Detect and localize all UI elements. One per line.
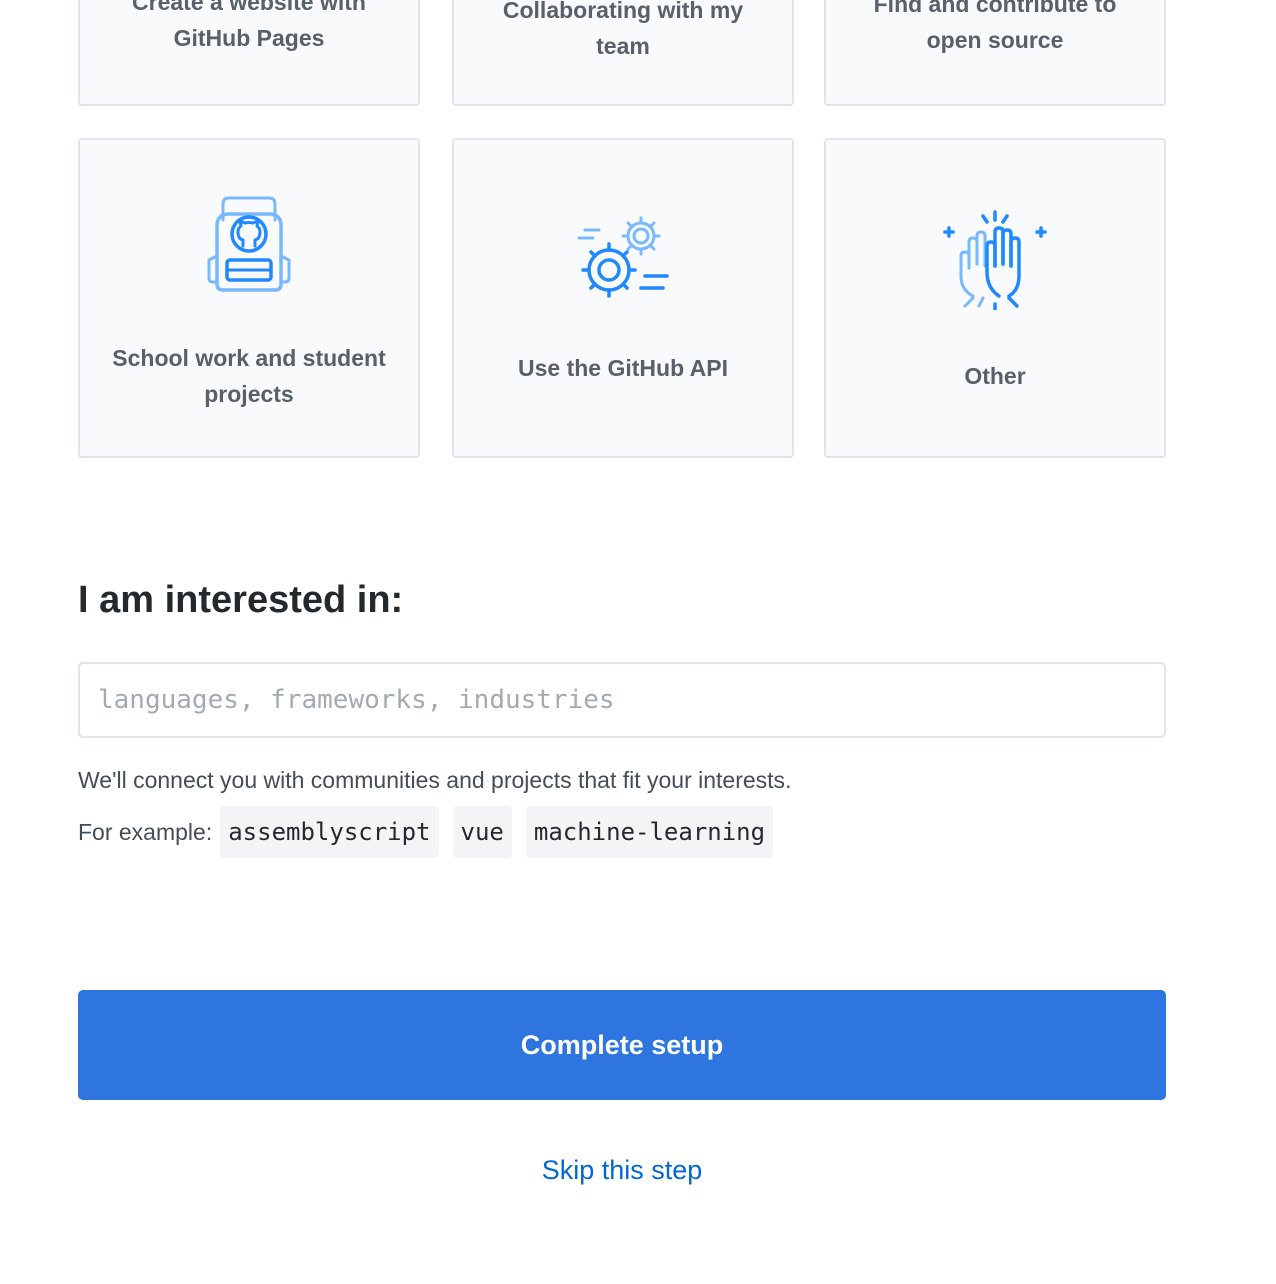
skip-step-link[interactable]: Skip this step xyxy=(0,1150,1244,1190)
examples-label: For example: xyxy=(78,818,213,845)
card-label: Other xyxy=(964,363,1026,389)
card-open-source[interactable]: Find and contribute to open source xyxy=(824,0,1166,106)
card-label: Use the GitHub API xyxy=(518,355,728,381)
interests-hint: We'll connect you with communities and p… xyxy=(78,767,792,793)
card-label: Collaborating with my team xyxy=(502,0,744,59)
gears-icon xyxy=(577,216,669,298)
card-github-pages[interactable]: Create a website with GitHub Pages xyxy=(78,0,420,106)
complete-setup-button[interactable]: Complete setup xyxy=(78,990,1166,1100)
topic-tag-vue[interactable]: vue xyxy=(452,806,512,858)
backpack-icon xyxy=(207,196,291,292)
card-github-api[interactable]: Use the GitHub API xyxy=(452,138,794,458)
card-label: Create a website with GitHub Pages xyxy=(132,0,366,51)
card-label: Find and contribute to open source xyxy=(873,0,1117,53)
card-collaborating-team[interactable]: Collaborating with my team xyxy=(452,0,794,106)
interests-input[interactable] xyxy=(78,662,1166,738)
interests-heading: I am interested in: xyxy=(78,579,404,621)
card-other[interactable]: Other xyxy=(824,138,1166,458)
topic-tag-assemblyscript[interactable]: assemblyscript xyxy=(220,806,439,858)
card-school-work[interactable]: School work and student projects xyxy=(78,138,420,458)
topic-tag-machine-learning[interactable]: machine-learning xyxy=(525,806,774,858)
high-five-icon xyxy=(943,210,1047,310)
card-label: School work and student projects xyxy=(112,345,386,407)
examples-row: For example: assemblyscript vue machine-… xyxy=(78,806,787,858)
